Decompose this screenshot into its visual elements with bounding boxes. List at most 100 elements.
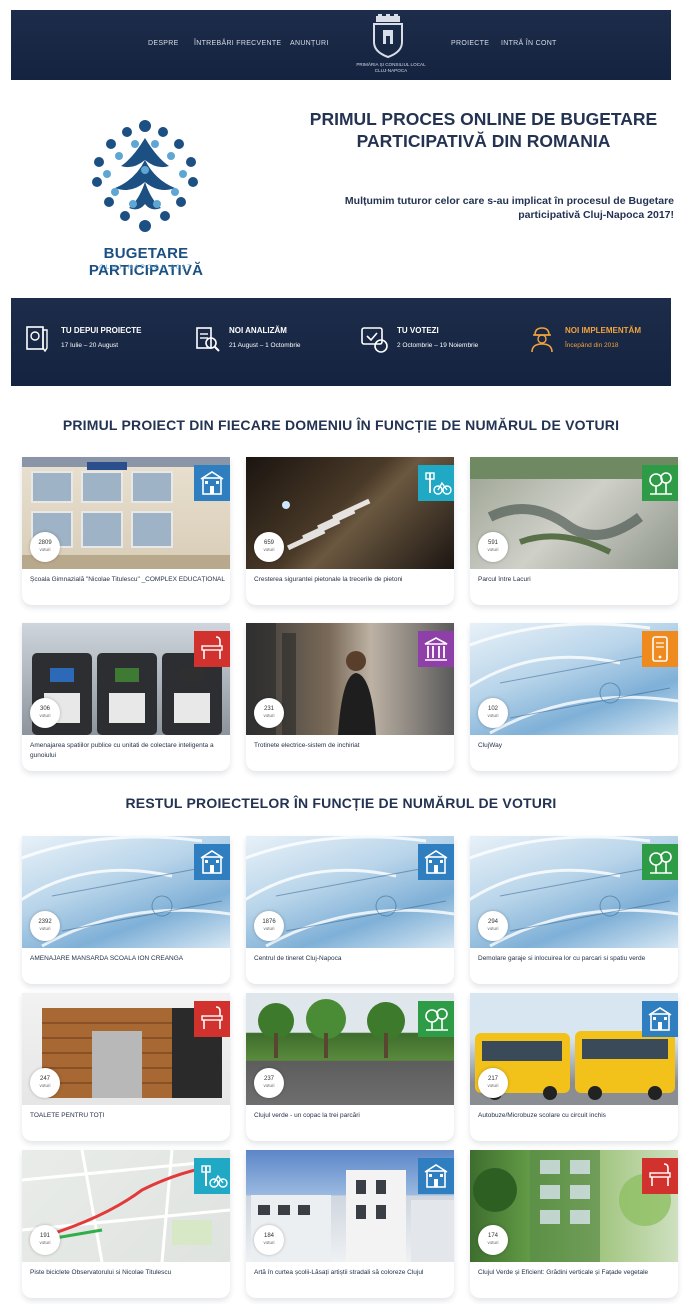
vote-count: 2392 [38, 919, 52, 925]
vote-count: 191 [39, 1233, 50, 1239]
vote-count: 184 [263, 1233, 274, 1239]
project-card[interactable]: 174 voturi Clujul Verde și Eficient: Grădi… [470, 1150, 678, 1298]
project-card[interactable]: 294 voturi Demolare garaje si inlocuirea l… [470, 836, 678, 984]
vote-label: voturi [39, 547, 51, 552]
project-title[interactable]: Clujul Verde și Eficient: Grădini vertic… [478, 1268, 674, 1278]
green-icon [418, 1001, 454, 1037]
vote-count: 231 [263, 706, 274, 712]
project-card[interactable]: 217 voturi Autobuze/Microbuze scolare cu c… [470, 993, 678, 1141]
project-title[interactable]: Cresterea sigurantei pietonale la trecer… [254, 575, 450, 585]
vote-count: 1876 [262, 919, 276, 925]
city-crest-icon[interactable] [366, 14, 410, 58]
project-card[interactable]: 2392 voturi AMENAJARE MANSARDA SCOALA ION … [22, 836, 230, 984]
project-card[interactable]: 231 voturi Trotinete electrice-sistem de i… [246, 623, 454, 771]
vote-label: voturi [487, 1240, 499, 1245]
project-title[interactable]: Demolare garaje si inlocuirea lor cu par… [478, 954, 674, 964]
project-card[interactable]: 184 voturi Artă în curtea școlii-Lăsați ar… [246, 1150, 454, 1298]
step-title: TU DEPUI PROIECTE [61, 326, 142, 335]
education-icon [642, 1001, 678, 1037]
vote-label: voturi [39, 1083, 51, 1088]
step-title: NOI IMPLEMENTĂM [565, 326, 641, 335]
vote-count-badge: 2392 voturi [30, 911, 60, 941]
logo-title: BUGETARE PARTICIPATIVĂ [88, 245, 204, 279]
culture-icon [418, 631, 454, 667]
project-card[interactable]: 2809 voturi Școala Gimnazială "Nicolae Tit… [22, 457, 230, 605]
vote-label: voturi [39, 1240, 51, 1245]
nav-proiecte[interactable]: PROIECTE [451, 40, 489, 47]
vote-count-badge: 591 voturi [478, 532, 508, 562]
project-card[interactable]: 306 voturi Amenajarea spatiilor publice cu… [22, 623, 230, 771]
vote-count-badge: 217 voturi [478, 1068, 508, 1098]
project-card[interactable]: 659 voturi Cresterea sigurantei pietonale … [246, 457, 454, 605]
vote-label: voturi [263, 1083, 275, 1088]
vote-count-badge: 294 voturi [478, 911, 508, 941]
project-title[interactable]: Centrul de tineret Cluj-Napoca [254, 954, 450, 964]
vote-count: 174 [487, 1233, 498, 1239]
public-space-icon [194, 1001, 230, 1037]
top-projects-heading: PRIMUL PROIECT DIN FIECARE DOMENIU ÎN FU… [62, 417, 620, 433]
vote-count-badge: 191 voturi [30, 1225, 60, 1255]
step-title: NOI ANALIZĂM [229, 326, 287, 335]
vote-count: 237 [263, 1076, 274, 1082]
project-title[interactable]: Trotinete electrice-sistem de inchiriat [254, 741, 450, 751]
vote-label: voturi [263, 713, 275, 718]
step-dates: 21 August – 1 Octombrie [229, 342, 301, 349]
worker-icon [531, 327, 553, 353]
step-title: TU VOTEZI [397, 326, 439, 335]
project-title[interactable]: AMENAJARE MANSARDA SCOALA ION CREANGA [30, 954, 226, 964]
green-icon [642, 844, 678, 880]
vote-label: voturi [263, 1240, 275, 1245]
vote-count-badge: 2809 voturi [30, 532, 60, 562]
vote-count: 102 [487, 706, 498, 712]
mobility-icon [194, 1158, 230, 1194]
project-title[interactable]: TOALETE PENTRU TOȚI [30, 1111, 226, 1121]
education-icon [194, 465, 230, 501]
project-card[interactable]: 102 voturi ClujWay [470, 623, 678, 771]
vote-label: voturi [39, 713, 51, 718]
project-card[interactable]: 591 voturi Parcul între Lacuri [470, 457, 678, 605]
logo-subtitle: CLUJ-NAPOCA 2017 [99, 264, 193, 271]
education-icon [418, 844, 454, 880]
mobility-icon [418, 465, 454, 501]
vote-count-badge: 237 voturi [254, 1068, 284, 1098]
public-space-icon [194, 631, 230, 667]
project-card[interactable]: 1876 voturi Centrul de tineret Cluj-Napoca [246, 836, 454, 984]
project-title[interactable]: Clujul verde - un copac la trei parcări [254, 1111, 450, 1121]
document-pencil-icon [26, 326, 48, 353]
project-title[interactable]: Amenajarea spatiilor publice cu unitati … [30, 741, 226, 761]
project-card[interactable]: 237 voturi Clujul verde - un copac la trei… [246, 993, 454, 1141]
education-icon [418, 1158, 454, 1194]
project-title[interactable]: Parcul între Lacuri [478, 575, 674, 585]
step-dates: 17 Iulie – 20 August [61, 342, 119, 349]
vote-label: voturi [487, 926, 499, 931]
green-icon [642, 465, 678, 501]
project-title[interactable]: Școala Gimnazială "Nicolae Titulescu" _C… [30, 575, 226, 585]
education-icon [194, 844, 230, 880]
vote-count-badge: 231 voturi [254, 698, 284, 728]
step-dates: 2 Octombrie – 19 Noiembrie [397, 342, 479, 349]
vote-count-badge: 306 voturi [30, 698, 60, 728]
vote-count: 2809 [38, 540, 52, 546]
vote-count-badge: 659 voturi [254, 532, 284, 562]
vote-count: 294 [487, 919, 498, 925]
project-title[interactable]: Piste biciclete Observatorului si Nicola… [30, 1268, 226, 1278]
vote-label: voturi [263, 926, 275, 931]
top-navbar: DESPRE ÎNTREBĂRI FRECVENTE ANUNȚURI PRIM… [11, 10, 671, 80]
hero-title: PRIMUL PROCES ONLINE DE BUGETARE PARTICI… [309, 109, 658, 151]
project-title[interactable]: Autobuze/Microbuze scolare cu circuit in… [478, 1111, 674, 1121]
nav-intra-in-cont[interactable]: INTRĂ ÎN CONT [501, 40, 557, 47]
vote-icon [361, 327, 388, 353]
nav-despre[interactable]: DESPRE [148, 40, 179, 47]
vote-label: voturi [487, 547, 499, 552]
project-card[interactable]: 191 voturi Piste biciclete Observatorului … [22, 1150, 230, 1298]
nav-intrebari-frecvente[interactable]: ÎNTREBĂRI FRECVENTE [194, 40, 281, 47]
vote-count: 591 [487, 540, 498, 546]
nav-anunturi[interactable]: ANUNȚURI [290, 40, 329, 47]
step-dates: Începând din 2018 [565, 342, 619, 349]
project-title[interactable]: Artă în curtea școlii-Lăsați artiștii st… [254, 1268, 450, 1278]
project-card[interactable]: 247 voturi TOALETE PENTRU TOȚI [22, 993, 230, 1141]
vote-count: 247 [39, 1076, 50, 1082]
project-title[interactable]: ClujWay [478, 741, 674, 751]
vote-count-badge: 1876 voturi [254, 911, 284, 941]
hero-section: BUGETARE PARTICIPATIVĂ CLUJ-NAPOCA 2017 … [11, 80, 674, 298]
